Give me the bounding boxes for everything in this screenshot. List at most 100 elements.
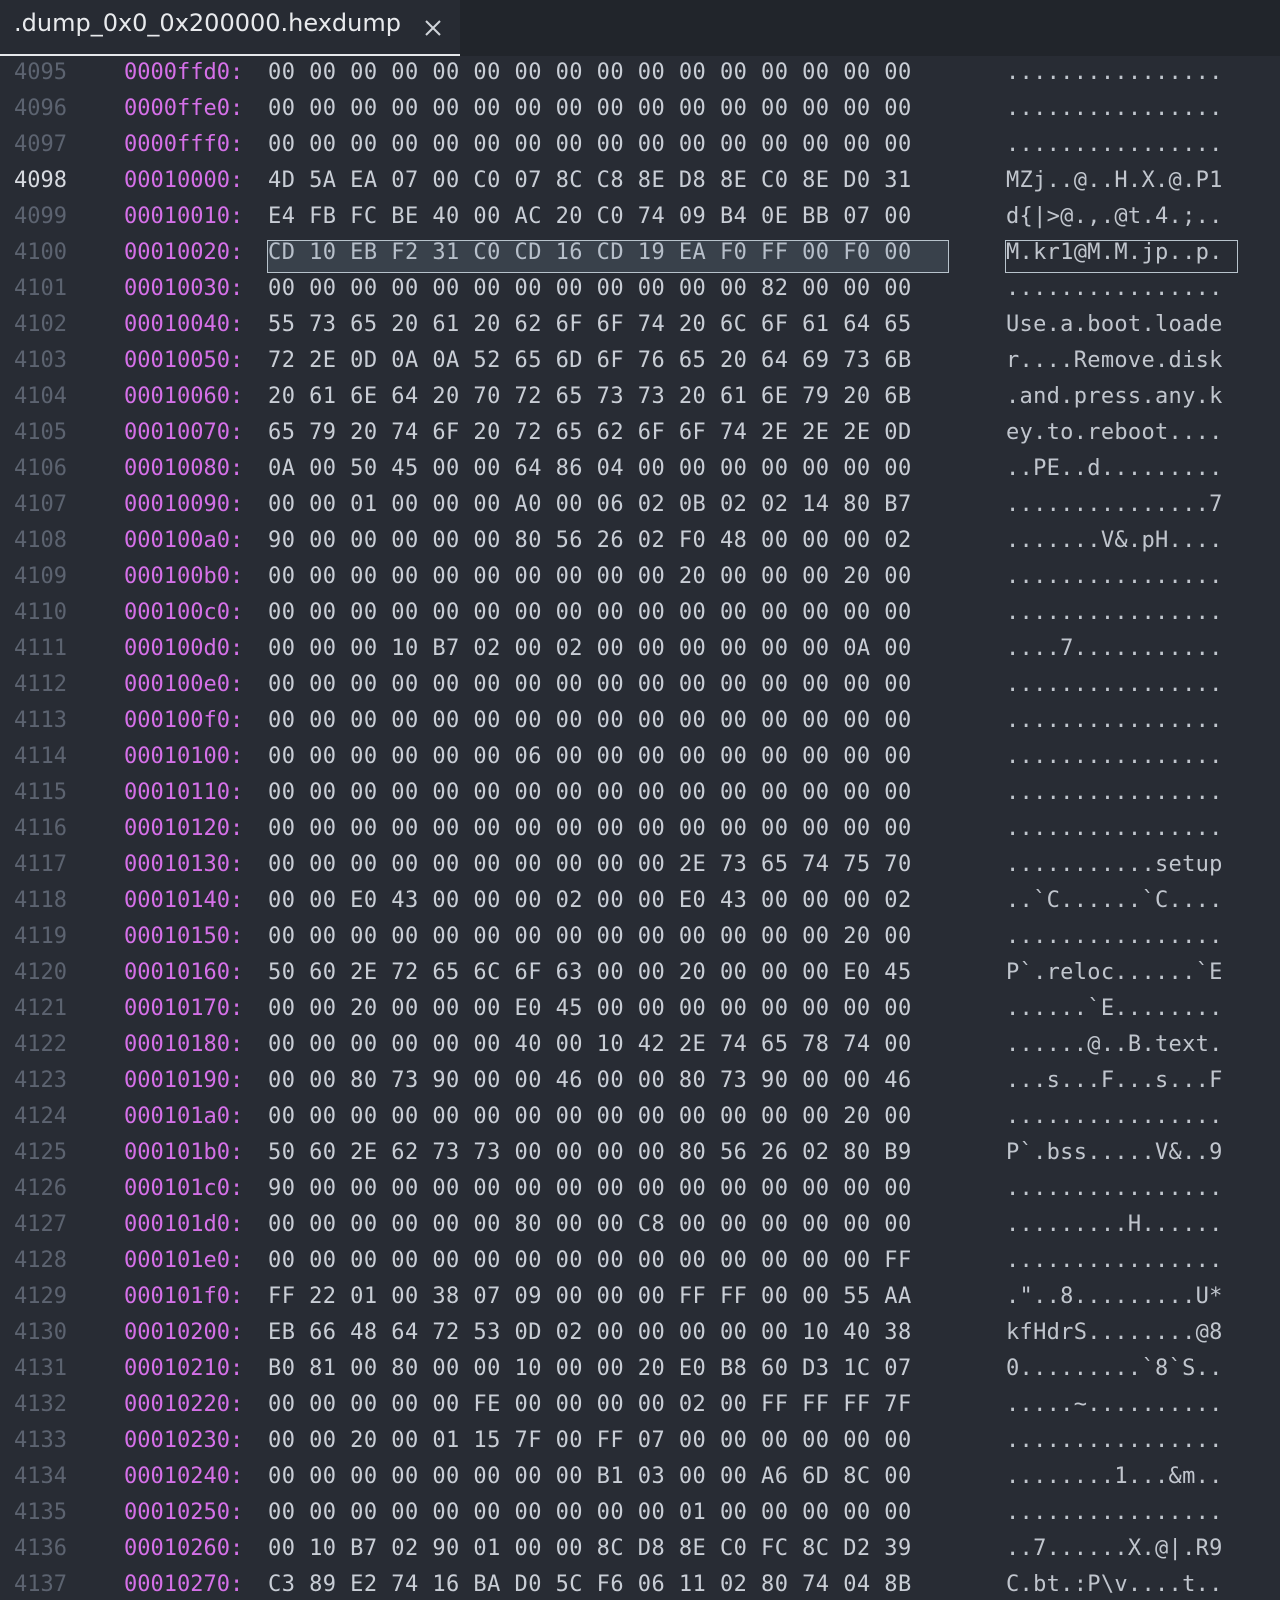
hexdump-line[interactable]: 4095 0000ffd0: 00 00 00 00 00 00 00 00 00 … xyxy=(0,56,1280,91)
hexdump-line[interactable]: 4112 000100e0: 00 00 00 00 00 00 00 00 00 … xyxy=(0,667,1280,703)
address-offset: 00010050: xyxy=(124,348,244,373)
address-offset: 0000fff0: xyxy=(124,132,244,157)
hexdump-line[interactable]: 4126 000101c0: 90 00 00 00 00 00 00 00 00 … xyxy=(0,1171,1280,1207)
ascii-preview: ................ xyxy=(1006,816,1223,841)
line-number: 4109 xyxy=(14,564,67,589)
hex-bytes: C3 89 E2 74 16 BA D0 5C F6 06 11 02 80 7… xyxy=(268,1572,912,1597)
hexdump-line[interactable]: 4098 00010000: 4D 5A EA 07 00 C0 07 8C C8 … xyxy=(0,163,1280,199)
hexdump-line[interactable]: 4125 000101b0: 50 60 2E 62 73 73 00 00 00 … xyxy=(0,1135,1280,1171)
hex-bytes: 00 00 00 00 00 00 00 00 00 00 00 00 00 0… xyxy=(268,60,912,85)
hex-bytes: 65 79 20 74 6F 20 72 65 62 6F 6F 74 2E 2… xyxy=(268,420,912,445)
hexdump-line[interactable]: 4130 00010200: EB 66 48 64 72 53 0D 02 00 … xyxy=(0,1315,1280,1351)
hex-bytes: E4 FB FC BE 40 00 AC 20 C0 74 09 B4 0E B… xyxy=(268,204,912,229)
hex-bytes: 00 00 00 00 00 00 00 00 00 00 01 00 00 0… xyxy=(268,1500,912,1525)
ascii-preview: ...s...F...s...F xyxy=(1006,1068,1223,1093)
hexdump-line[interactable]: 4135 00010250: 00 00 00 00 00 00 00 00 00 … xyxy=(0,1495,1280,1531)
hexdump-line[interactable]: 4128 000101e0: 00 00 00 00 00 00 00 00 00 … xyxy=(0,1243,1280,1279)
hex-bytes: 50 60 2E 62 73 73 00 00 00 00 80 56 26 0… xyxy=(268,1140,912,1165)
hexdump-line[interactable]: 4108 000100a0: 90 00 00 00 00 00 80 56 26 … xyxy=(0,523,1280,559)
address-offset: 00010240: xyxy=(124,1464,244,1489)
hexdump-line[interactable]: 4110 000100c0: 00 00 00 00 00 00 00 00 00 … xyxy=(0,595,1280,631)
hex-bytes: 00 00 00 00 00 00 00 00 00 00 00 00 00 0… xyxy=(268,600,912,625)
ascii-preview: r....Remove.disk xyxy=(1006,348,1223,373)
hexdump-line[interactable]: 4133 00010230: 00 00 20 00 01 15 7F 00 FF … xyxy=(0,1423,1280,1459)
line-number: 4122 xyxy=(14,1032,67,1057)
hex-bytes: 20 61 6E 64 20 70 72 65 73 73 20 61 6E 7… xyxy=(268,384,912,409)
hex-bytes: 00 00 00 10 B7 02 00 02 00 00 00 00 00 0… xyxy=(268,636,912,661)
address-offset: 00010260: xyxy=(124,1536,244,1561)
hexdump-line[interactable]: 4113 000100f0: 00 00 00 00 00 00 00 00 00 … xyxy=(0,703,1280,739)
hexdump-line[interactable]: 4099 00010010: E4 FB FC BE 40 00 AC 20 C0 … xyxy=(0,199,1280,235)
hexdump-line[interactable]: 4129 000101f0: FF 22 01 00 38 07 09 00 00 … xyxy=(0,1279,1280,1315)
hex-bytes: 00 00 00 00 00 00 00 00 00 00 00 00 00 0… xyxy=(268,132,912,157)
address-offset: 00010170: xyxy=(124,996,244,1021)
ascii-preview: .......V&.pH.... xyxy=(1006,528,1223,553)
hex-bytes: CD 10 EB F2 31 C0 CD 16 CD 19 EA F0 FF 0… xyxy=(268,240,912,265)
address-offset: 00010160: xyxy=(124,960,244,985)
line-number: 4103 xyxy=(14,348,67,373)
line-number: 4095 xyxy=(14,60,67,85)
hexdump-line[interactable]: 4132 00010220: 00 00 00 00 00 FE 00 00 00 … xyxy=(0,1387,1280,1423)
hexdump-line[interactable]: 4106 00010080: 0A 00 50 45 00 00 64 86 04 … xyxy=(0,451,1280,487)
hexdump-line[interactable]: 4096 0000ffe0: 00 00 00 00 00 00 00 00 00 … xyxy=(0,91,1280,127)
address-offset: 00010220: xyxy=(124,1392,244,1417)
ascii-preview: ...........setup xyxy=(1006,852,1223,877)
hex-bytes: 4D 5A EA 07 00 C0 07 8C C8 8E D8 8E C0 8… xyxy=(268,168,912,193)
line-number: 4136 xyxy=(14,1536,67,1561)
hexdump-line[interactable]: 4109 000100b0: 00 00 00 00 00 00 00 00 00 … xyxy=(0,559,1280,595)
hex-bytes: 00 00 00 00 00 00 00 00 00 00 00 00 00 0… xyxy=(268,1104,912,1129)
line-number: 4137 xyxy=(14,1572,67,1597)
hexdump-line[interactable]: 4103 00010050: 72 2E 0D 0A 0A 52 65 6D 6F … xyxy=(0,343,1280,379)
ascii-preview: ........1...&m.. xyxy=(1006,1464,1223,1489)
hexdump-line[interactable]: 4123 00010190: 00 00 80 73 90 00 00 46 00 … xyxy=(0,1063,1280,1099)
ascii-preview: .....~.......... xyxy=(1006,1392,1223,1417)
hex-bytes: 00 00 00 00 00 00 06 00 00 00 00 00 00 0… xyxy=(268,744,912,769)
hex-bytes: 00 00 00 00 00 00 00 00 00 00 00 00 82 0… xyxy=(268,276,912,301)
hex-editor-view[interactable]: 40940000ffc0:00 00 00 00 00 00 00 00 00 … xyxy=(0,56,1280,1600)
hex-bytes: EB 66 48 64 72 53 0D 02 00 00 00 00 00 1… xyxy=(268,1320,912,1345)
hexdump-line[interactable]: 4119 00010150: 00 00 00 00 00 00 00 00 00 … xyxy=(0,919,1280,955)
hexdump-line[interactable]: 4116 00010120: 00 00 00 00 00 00 00 00 00 … xyxy=(0,811,1280,847)
hexdump-line[interactable]: 4115 00010110: 00 00 00 00 00 00 00 00 00 … xyxy=(0,775,1280,811)
hex-bytes: B0 81 00 80 00 00 10 00 00 20 E0 B8 60 D… xyxy=(268,1356,912,1381)
hexdump-line[interactable]: 4107 00010090: 00 00 01 00 00 00 A0 00 06 … xyxy=(0,487,1280,523)
hexdump-line[interactable]: 4131 00010210: B0 81 00 80 00 00 10 00 00 … xyxy=(0,1351,1280,1387)
hexdump-line[interactable]: 4124 000101a0: 00 00 00 00 00 00 00 00 00 … xyxy=(0,1099,1280,1135)
hexdump-line[interactable]: 4105 00010070: 65 79 20 74 6F 20 72 65 62 … xyxy=(0,415,1280,451)
address-offset: 00010000: xyxy=(124,168,244,193)
hexdump-line[interactable]: 4101 00010030: 00 00 00 00 00 00 00 00 00 … xyxy=(0,271,1280,307)
line-number: 4096 xyxy=(14,96,67,121)
address-offset: 00010100: xyxy=(124,744,244,769)
hexdump-line[interactable]: 4117 00010130: 00 00 00 00 00 00 00 00 00 … xyxy=(0,847,1280,883)
ascii-preview: ................ xyxy=(1006,60,1223,85)
hexdump-line[interactable]: 4137 00010270: C3 89 E2 74 16 BA D0 5C F6 … xyxy=(0,1567,1280,1600)
tab-hexdump-file[interactable]: .dump_0x0_0x200000.hexdump xyxy=(0,0,460,56)
address-offset: 00010110: xyxy=(124,780,244,805)
address-offset: 00010040: xyxy=(124,312,244,337)
line-number: 4098 xyxy=(14,168,67,193)
hexdump-line[interactable]: 4114 00010100: 00 00 00 00 00 00 06 00 00 … xyxy=(0,739,1280,775)
line-number: 4116 xyxy=(14,816,67,841)
hexdump-line[interactable]: 4118 00010140: 00 00 E0 43 00 00 00 02 00 … xyxy=(0,883,1280,919)
hexdump-line[interactable]: 4120 00010160: 50 60 2E 72 65 6C 6F 63 00 … xyxy=(0,955,1280,991)
address-offset: 000100a0: xyxy=(124,528,244,553)
hexdump-line[interactable]: 4111 000100d0: 00 00 00 10 B7 02 00 02 00 … xyxy=(0,631,1280,667)
ascii-preview: MZj..@..H.X.@.P1 xyxy=(1006,168,1223,193)
hexdump-line[interactable]: 4102 00010040: 55 73 65 20 61 20 62 6F 6F … xyxy=(0,307,1280,343)
hexdump-line[interactable]: 4097 0000fff0: 00 00 00 00 00 00 00 00 00 … xyxy=(0,127,1280,163)
line-number: 4117 xyxy=(14,852,67,877)
hexdump-line[interactable]: 4121 00010170: 00 00 20 00 00 00 E0 45 00 … xyxy=(0,991,1280,1027)
hexdump-line[interactable]: 4100 00010020: CD 10 EB F2 31 C0 CD 16 CD … xyxy=(0,235,1280,271)
hex-bytes: 55 73 65 20 61 20 62 6F 6F 74 20 6C 6F 6… xyxy=(268,312,912,337)
hex-bytes: 00 00 00 00 00 00 00 00 00 00 00 00 00 0… xyxy=(268,708,912,733)
hexdump-line[interactable]: 4122 00010180: 00 00 00 00 00 00 40 00 10 … xyxy=(0,1027,1280,1063)
address-offset: 00010060: xyxy=(124,384,244,409)
hexdump-line[interactable]: 4104 00010060: 20 61 6E 64 20 70 72 65 73 … xyxy=(0,379,1280,415)
hex-bytes: 00 00 20 00 00 00 E0 45 00 00 00 00 00 0… xyxy=(268,996,912,1021)
hex-bytes: 00 00 00 00 00 00 00 00 00 00 00 00 00 0… xyxy=(268,1248,912,1273)
hexdump-line[interactable]: 4136 00010260: 00 10 B7 02 90 01 00 00 8C … xyxy=(0,1531,1280,1567)
hexdump-line[interactable]: 4134 00010240: 00 00 00 00 00 00 00 00 B1 … xyxy=(0,1459,1280,1495)
close-icon[interactable] xyxy=(419,14,447,42)
hexdump-line[interactable]: 4127 000101d0: 00 00 00 00 00 00 80 00 00 … xyxy=(0,1207,1280,1243)
hex-bytes: 00 00 E0 43 00 00 00 02 00 00 E0 43 00 0… xyxy=(268,888,912,913)
